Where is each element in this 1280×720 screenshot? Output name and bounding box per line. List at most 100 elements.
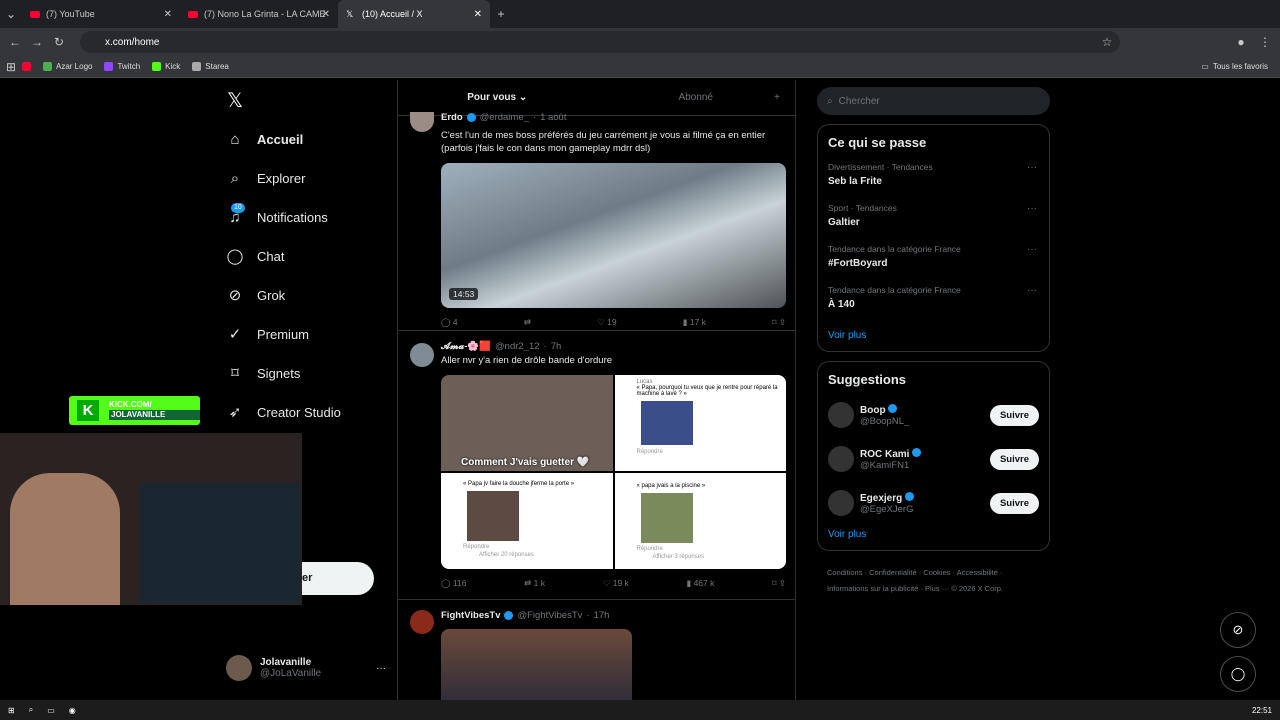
start-icon[interactable]: ⊞ [8,706,15,715]
more-icon[interactable]: ··· [1027,203,1037,214]
all-bookmarks[interactable]: ▭ Tous les favoris [1201,62,1268,71]
follow-button[interactable]: Suivre [989,492,1039,514]
nav-chat[interactable]: ◯ Chat [226,237,341,276]
more-icon[interactable]: ··· [376,663,386,674]
post-time: 7h [550,341,562,352]
new-tab-icon[interactable]: + [490,7,512,21]
messages-fab-icon[interactable]: ◯ [1220,656,1256,692]
more-icon[interactable]: ··· [1027,285,1037,296]
bookmark-share[interactable]: ⌑ ⇪ [772,317,786,328]
tab-label: Abonné [678,92,713,103]
repost-button[interactable]: ⇄ [524,317,531,328]
tab-for-you[interactable]: Pour vous ⌄ [398,92,597,103]
close-tab-icon[interactable]: ✕ [322,9,330,20]
meme-photo [640,401,693,445]
bookmark-share[interactable]: ⌑ ⇪ [772,578,786,589]
add-tab-icon[interactable]: + [774,92,780,103]
url-input[interactable]: x.com/home [80,31,1120,53]
trend-item[interactable]: Divertissement · Tendances Seb la Frite ··… [828,162,1039,203]
nav-label: Signets [257,366,301,381]
nav-explore[interactable]: ⌕ Explorer [226,159,341,198]
footer-line[interactable]: Informations sur la publicité · Plus ···… [827,581,1050,597]
video-player[interactable]: 14:53 [441,163,786,308]
like-button[interactable]: ♡ 19 k [603,578,629,589]
suggestion-item[interactable]: Egexjerg @EgeXJerG Suivre [828,481,1039,525]
post-image[interactable] [441,629,632,709]
menu-icon[interactable]: ⋮ [1254,35,1276,49]
reply-button[interactable]: ◯ 116 [441,578,466,589]
file-explorer-icon[interactable]: ▭ [47,706,55,715]
like-button[interactable]: ♡ 19 [597,317,616,328]
verified-icon [888,403,898,413]
post-header: 𝓐𝓶𝓪-🌸🟥 @ndr2_12 · 7h [441,341,562,352]
post-text: Aller nvr y'a rien de drôle bande d'ordu… [441,355,613,366]
browser-tab-active[interactable]: 𝕏 (10) Accueil / X ✕ [338,0,490,28]
browser-tab[interactable]: (7) Nono La Grinta - LA CAME ✕ [180,0,338,28]
back-icon[interactable]: ← [4,35,26,49]
search-input[interactable]: ⌕ Chercher [817,87,1050,115]
views-button[interactable]: ▮ 17 k [683,317,706,328]
tab-label: Pour vous [467,92,517,103]
reply-button[interactable]: ◯ 4 [441,317,458,328]
see-more-link[interactable]: Voir plus [828,529,1039,540]
bookmark-icon: ⌑ [231,364,239,382]
search-icon[interactable]: ⌕ [29,705,33,715]
bookmark-item[interactable]: Starea [192,62,229,71]
chrome-icon[interactable]: ◉ [69,706,76,715]
grok-fab-icon[interactable]: ⊘ [1220,612,1256,648]
follow-button[interactable]: Suivre [989,448,1039,470]
apps-icon[interactable]: ⊞ [0,60,22,74]
post[interactable]: 𝓐𝓶𝓪-🌸🟥 @ndr2_12 · 7h Aller nvr y'a rien de … [398,331,795,600]
close-tab-icon[interactable]: ✕ [164,9,172,20]
left-nav: ⌂ Accueil ⌕ Explorer ♫ 10 Notifications ◯ Cha… [226,120,341,432]
close-tab-icon[interactable]: ✕ [474,9,482,20]
see-more-link[interactable]: Voir plus [828,330,1039,341]
more-icon[interactable]: ··· [1027,244,1037,255]
image-grid[interactable]: Comment J'vais guetter 🤍 Lucas « Papa, po… [441,375,786,569]
reload-icon[interactable]: ↻ [48,35,70,49]
profile-avatar[interactable]: ● [1230,35,1252,49]
account-switcher[interactable]: Jolavanille @JoLaVanille ··· [226,655,386,681]
suggestion-item[interactable]: Boop @BoopNL_ Suivre [828,393,1039,437]
meme-image[interactable]: Lucas « Papa, pourquoi tu veux que je ren… [614,375,786,471]
x-logo[interactable]: 𝕏 [227,88,243,113]
follow-button[interactable]: Suivre [989,404,1039,426]
like-count: 19 [607,317,617,327]
nav-creator-studio[interactable]: ➶ Creator Studio [226,393,341,432]
kick-logo-icon: K [77,400,99,421]
nav-premium[interactable]: ✓ Premium [226,315,341,354]
post-text: C'est l'un de mes boss préférés du jeu c… [441,130,766,154]
nav-bookmarks[interactable]: ⌑ Signets [226,354,341,393]
forward-icon[interactable]: → [26,35,48,49]
x-logo-icon: 𝕏 [346,9,354,19]
meme-image[interactable]: Comment J'vais guetter 🤍 [441,375,613,471]
tab-search-icon[interactable]: ⌄ [0,7,22,21]
browser-tab[interactable]: (7) YouTube ✕ [22,0,180,28]
post[interactable]: Erdo @erdaime_ · 1 août C'est l'un de mes b… [398,112,795,331]
views-button[interactable]: ▮ 467 k [687,578,715,589]
nav-notifications[interactable]: ♫ 10 Notifications [226,198,341,237]
meme-image[interactable]: « papa jvais a la piscine » Répondre Affic… [614,473,786,569]
rocket-icon: ➶ [228,403,242,421]
tab-following[interactable]: Abonné [597,92,796,103]
suggestion-item[interactable]: ROC Kami @KamiFN1 Suivre [828,437,1039,481]
footer-line[interactable]: Conditions · Confidentialité · Cookies ·… [827,565,1050,581]
repost-button[interactable]: ⇄ 1 k [524,578,545,589]
nav-grok[interactable]: ⊘ Grok [226,276,341,315]
bookmark-youtube[interactable] [22,62,31,71]
bookmark-item[interactable]: Twitch [104,62,140,71]
trend-item[interactable]: Tendance dans la catégorie France #FortBo… [828,244,1039,285]
notification-badge: 10 [231,202,245,213]
profile-handle: @JoLaVanille [260,668,322,679]
nav-label: Premium [257,327,310,342]
trend-item[interactable]: Tendance dans la catégorie France À 140 ··… [828,285,1039,326]
right-sidebar: ⌕ Chercher Ce qui se passe Divertissement… [817,80,1050,597]
bookmark-item[interactable]: Azar Logo [43,62,92,71]
nav-home[interactable]: ⌂ Accueil [226,120,341,159]
trend-category: Divertissement · Tendances [828,162,933,172]
bookmark-item[interactable]: Kick [152,62,180,71]
trend-item[interactable]: Sport · Tendances Galtier ··· [828,203,1039,244]
star-icon[interactable]: ☆ [1096,35,1118,49]
meme-image[interactable]: « Papa jv faire la douche jferme la port… [441,473,613,569]
more-icon[interactable]: ··· [1027,162,1037,173]
